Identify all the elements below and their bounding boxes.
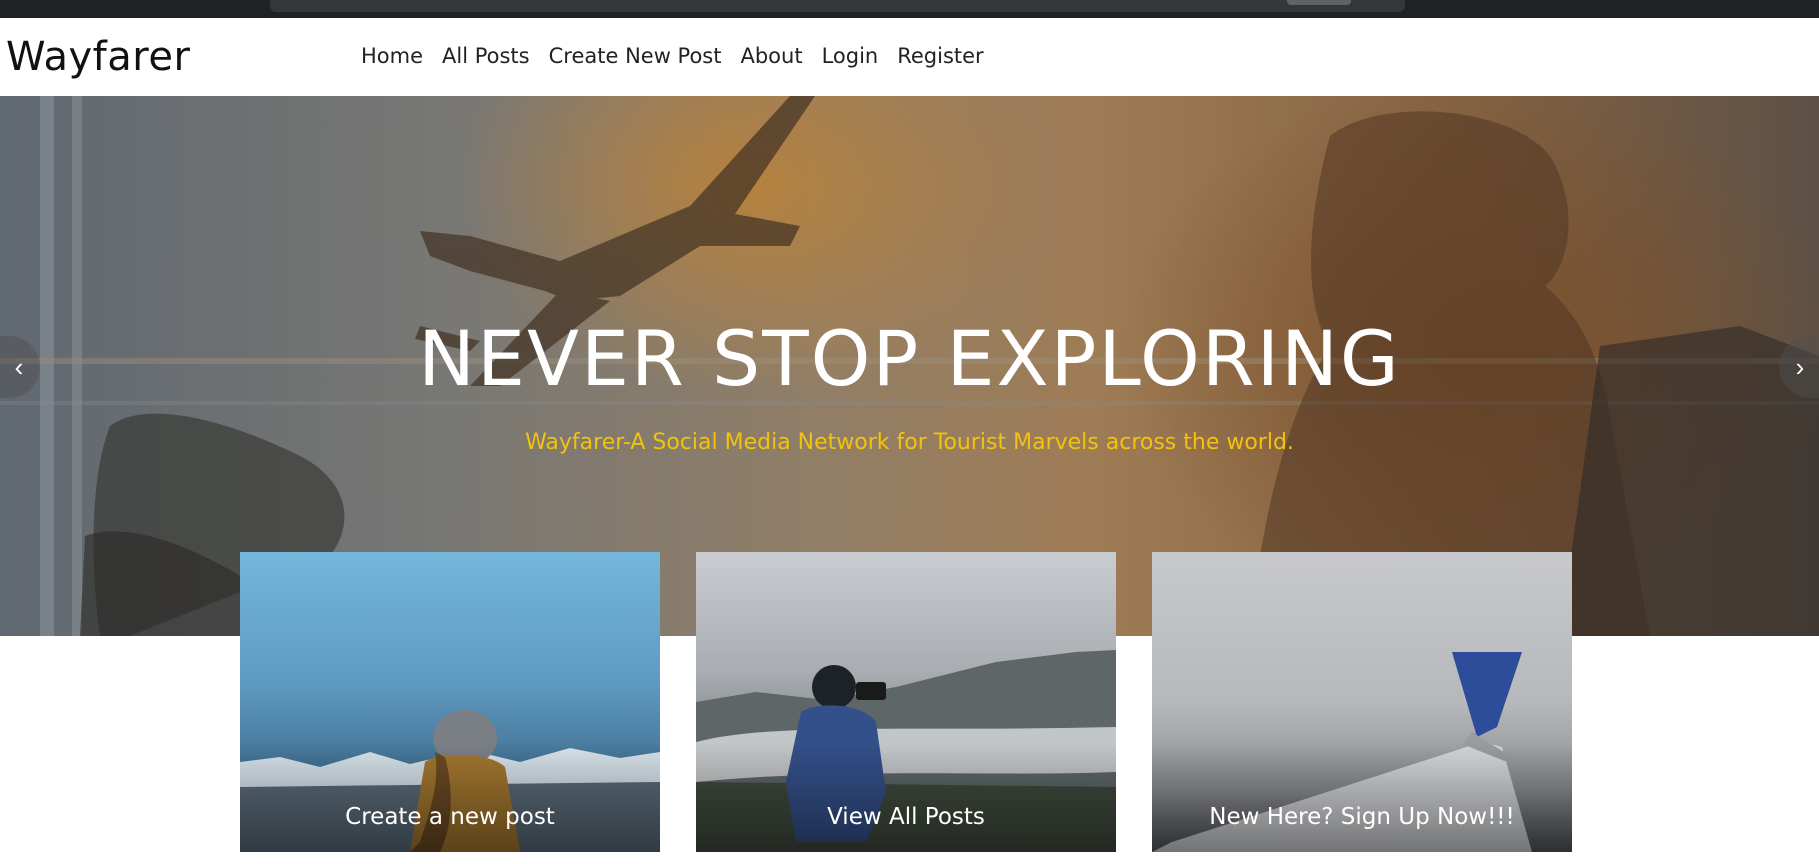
hero-subtitle: Wayfarer-A Social Media Network for Tour… — [525, 430, 1294, 455]
card-view-posts-label: View All Posts — [827, 804, 985, 830]
brand-logo[interactable]: Wayfarer — [6, 34, 190, 80]
chevron-right-icon: › — [1795, 351, 1805, 382]
card-shade — [240, 742, 660, 852]
hero-title: NEVER STOP EXPLORING — [418, 314, 1401, 403]
browser-top-strip — [0, 0, 1819, 18]
nav-link-login[interactable]: Login — [822, 44, 879, 68]
card-view-posts[interactable]: View All Posts — [696, 552, 1116, 852]
nav-links: Home All Posts Create New Post About Log… — [361, 44, 984, 68]
top-navbar: Wayfarer Home All Posts Create New Post … — [0, 18, 1819, 97]
browser-address-bar[interactable] — [270, 0, 1405, 12]
card-sign-up[interactable]: New Here? Sign Up Now!!! — [1152, 552, 1572, 852]
nav-link-create-new-post[interactable]: Create New Post — [549, 44, 722, 68]
nav-link-register[interactable]: Register — [897, 44, 983, 68]
nav-link-all-posts[interactable]: All Posts — [442, 44, 530, 68]
card-sign-up-label: New Here? Sign Up Now!!! — [1209, 804, 1515, 830]
card-create-post-label: Create a new post — [345, 804, 555, 830]
browser-zoom-badge[interactable] — [1287, 0, 1351, 5]
card-create-post[interactable]: Create a new post — [240, 552, 660, 852]
nav-link-about[interactable]: About — [740, 44, 802, 68]
nav-link-home[interactable]: Home — [361, 44, 423, 68]
chevron-left-icon: ‹ — [14, 351, 24, 382]
card-shade — [696, 742, 1116, 852]
card-shade — [1152, 742, 1572, 852]
